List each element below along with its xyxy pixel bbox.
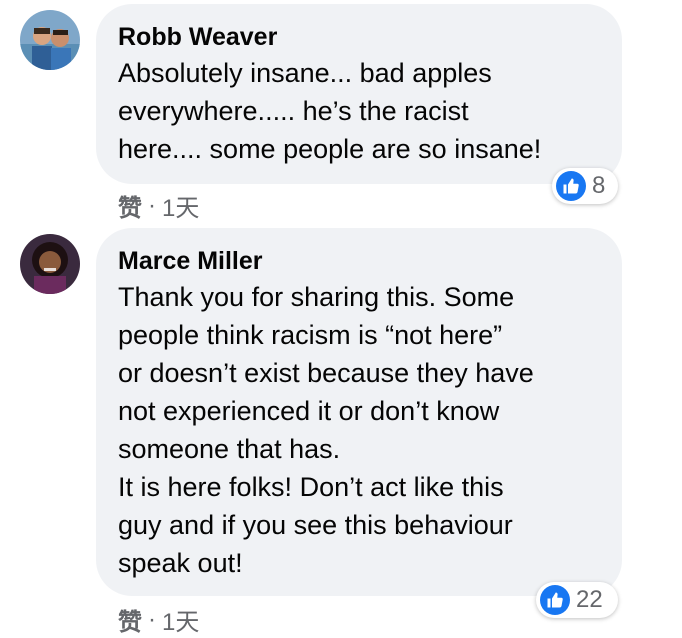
separator-dot: · xyxy=(148,191,156,219)
comment-bubble: Robb Weaver Absolutely insane... bad app… xyxy=(96,4,622,184)
avatar-photo-icon xyxy=(20,234,80,294)
comment-timestamp[interactable]: 1天 xyxy=(162,188,199,223)
like-button[interactable]: 赞 xyxy=(118,188,142,223)
comment-author[interactable]: Marce Miller xyxy=(118,246,598,276)
avatar-photo-icon xyxy=(20,10,80,70)
comment-meta: 赞 · 1天 xyxy=(118,602,199,637)
comment-meta: 赞 · 1天 xyxy=(118,188,199,223)
avatar[interactable] xyxy=(20,234,80,294)
reaction-summary[interactable]: 22 xyxy=(536,582,618,618)
comment-text: Thank you for sharing this. Some people … xyxy=(118,282,534,578)
like-button[interactable]: 赞 xyxy=(118,602,142,637)
comment-author[interactable]: Robb Weaver xyxy=(118,22,598,52)
reaction-count: 22 xyxy=(576,586,603,613)
reaction-count: 8 xyxy=(592,172,606,199)
thumbs-up-icon xyxy=(540,585,570,615)
separator-dot: · xyxy=(148,605,156,633)
avatar[interactable] xyxy=(20,10,80,70)
comment-text: Absolutely insane... bad apples everywhe… xyxy=(118,58,542,164)
thumbs-up-icon xyxy=(556,171,586,201)
comment-bubble: Marce Miller Thank you for sharing this.… xyxy=(96,228,622,596)
comment-timestamp[interactable]: 1天 xyxy=(162,602,199,637)
reaction-summary[interactable]: 8 xyxy=(552,168,618,204)
